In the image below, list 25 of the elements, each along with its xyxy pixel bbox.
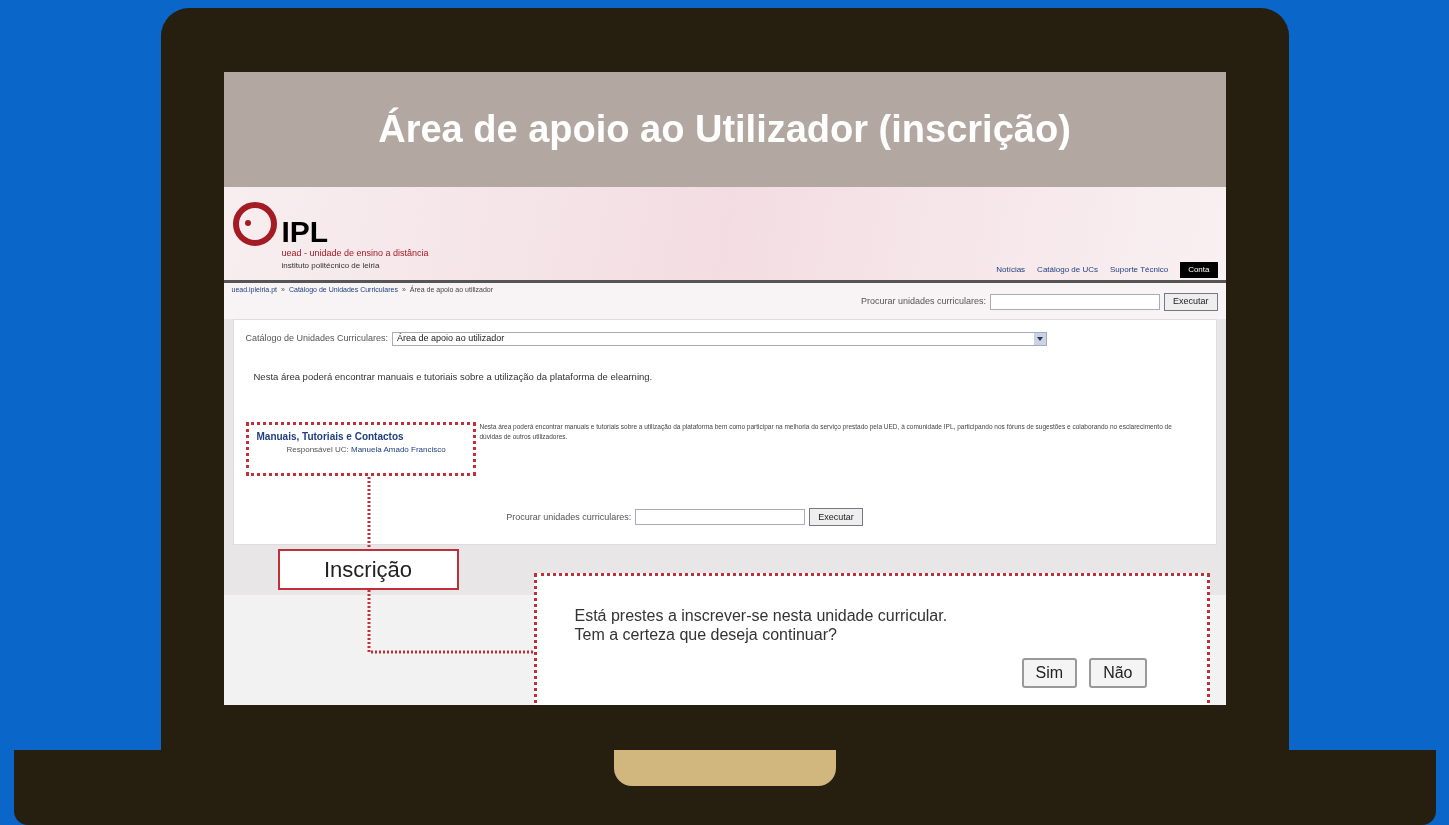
search-field[interactable] xyxy=(989,294,1160,310)
intro-text: Nesta área poderá encontrar manuais e tutoriais sobre a utilização da plataforma de elearning. xyxy=(253,370,654,384)
catalog-select[interactable]: Área de apoio ao utilizador xyxy=(392,332,1048,346)
search-field[interactable] xyxy=(635,509,806,526)
nav-link[interactable]: Catálogo de UCs xyxy=(1037,262,1099,278)
responsible-text: Responsável UC: Manuela Amado Francisco xyxy=(286,444,447,457)
dialog-button[interactable]: Não xyxy=(1089,658,1147,688)
logo-text: IPL xyxy=(281,216,330,247)
search-label: Procurar unidades curriculares: xyxy=(506,510,632,524)
callout-label: Inscrição xyxy=(323,556,412,584)
execute-button[interactable]: Executar xyxy=(1163,293,1218,311)
dialog-message: Está prestes a inscrever-se nesta unidade curricular. xyxy=(574,606,949,625)
nav-link[interactable]: Notícias xyxy=(996,262,1026,278)
logo-subtitle: uead - unidade de ensino a distância xyxy=(281,246,429,260)
slide-title: Área de apoio ao Utilizador (inscrição) xyxy=(378,106,1071,152)
search-label: Procurar unidades curriculares: xyxy=(860,295,986,309)
nav-link[interactable]: Suporte Técnico xyxy=(1110,262,1169,278)
select-label: Catálogo de Unidades Curriculares: xyxy=(245,332,389,346)
execute-button[interactable]: Executar xyxy=(809,508,863,527)
course-link[interactable]: Manuais, Tutoriais e Contactos xyxy=(256,429,465,445)
dialog-button[interactable]: Sim xyxy=(1021,658,1078,688)
nav-link[interactable]: Conta xyxy=(1180,262,1218,278)
dialog-message: Tem a certeza que deseja continuar? xyxy=(574,625,838,644)
circle-logo-icon xyxy=(231,200,278,247)
logo-caption: instituto politécnico de leiria xyxy=(281,260,381,272)
